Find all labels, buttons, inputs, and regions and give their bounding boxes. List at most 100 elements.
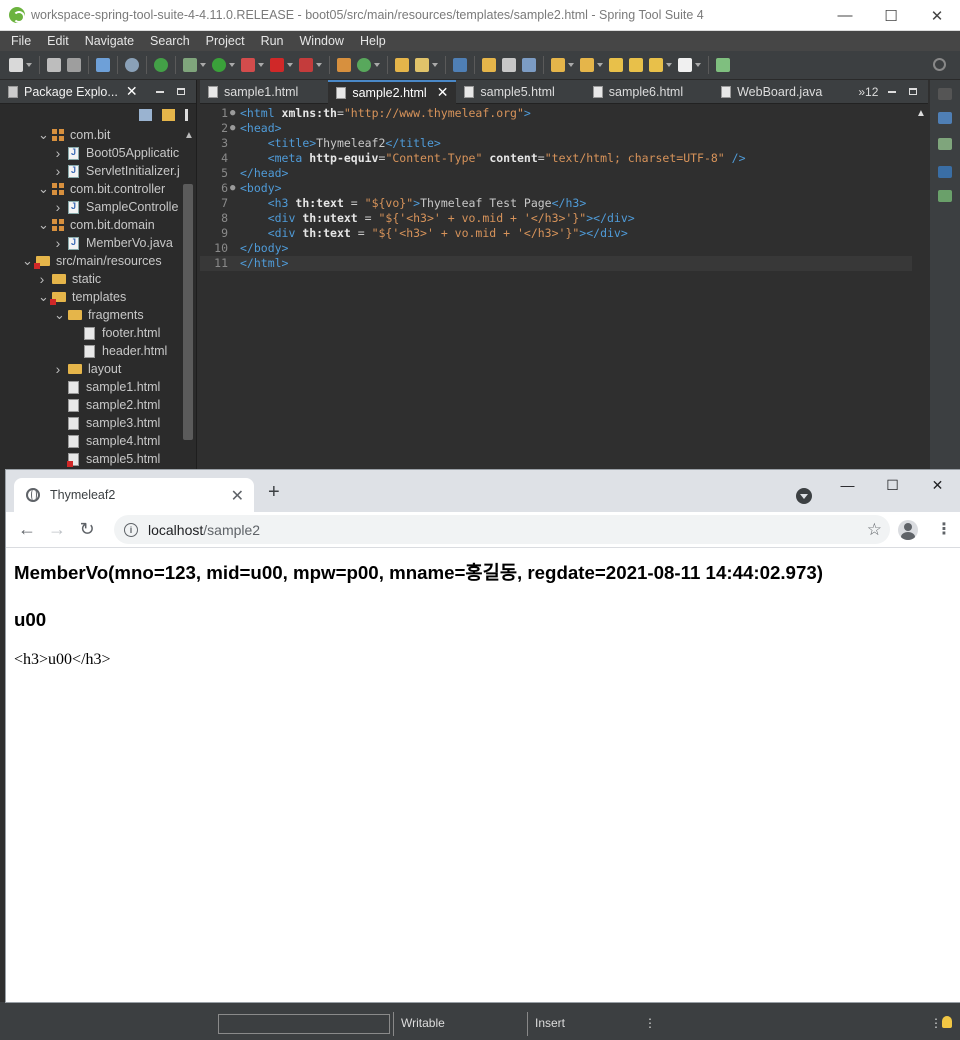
chevron-down-icon[interactable]: ⌄ <box>38 182 49 195</box>
code-line[interactable]: 4 <meta http-equiv="Content-Type" conten… <box>200 151 912 166</box>
tree-item[interactable]: ⌄ src/main/resources <box>22 252 162 270</box>
open-type-icon[interactable] <box>337 58 351 72</box>
restore-icon[interactable] <box>938 88 952 100</box>
brush-icon[interactable] <box>415 58 429 72</box>
fold-icon[interactable]: ● <box>230 121 240 136</box>
chevron-right-icon[interactable]: › <box>54 199 62 215</box>
up-nav-icon[interactable] <box>580 58 594 72</box>
close-icon[interactable]: ✕ <box>126 83 138 100</box>
editor-tab[interactable]: sample6.html <box>585 80 713 104</box>
tree-item[interactable]: ⌄ com.bit <box>38 126 110 144</box>
reload-icon[interactable]: ↻ <box>72 515 102 545</box>
menu-project[interactable]: Project <box>198 34 253 48</box>
profile-avatar-icon[interactable] <box>898 520 918 540</box>
editor-tab[interactable]: sample1.html <box>200 80 328 104</box>
package-explorer-tab[interactable]: Package Explo... ✕ <box>0 80 196 104</box>
maximize-icon[interactable]: ☐ <box>870 470 915 500</box>
block-selection-icon[interactable] <box>502 58 516 72</box>
debug-icon[interactable] <box>183 58 197 72</box>
forward-arrow-icon[interactable]: → <box>42 515 72 545</box>
tab-search-icon[interactable] <box>796 488 812 504</box>
minimize-icon[interactable]: — <box>822 0 868 31</box>
scrollbar-thumb[interactable] <box>183 184 193 440</box>
code-line[interactable]: 10 </body> <box>200 241 912 256</box>
scroll-up-icon[interactable]: ▲ <box>916 108 926 119</box>
tree-item[interactable]: ⌄ fragments <box>54 306 144 324</box>
menu-navigate[interactable]: Navigate <box>77 34 142 48</box>
editor-tab[interactable]: sample5.html <box>456 80 584 104</box>
tree-item[interactable]: ⌄ com.bit.controller <box>38 180 165 198</box>
tree-item[interactable]: header.html <box>70 342 167 360</box>
status-more-icon[interactable]: ⋮ <box>644 1016 656 1030</box>
chevron-down-icon[interactable]: ⌄ <box>38 218 49 231</box>
tree-item[interactable]: › Boot05Applicatic <box>54 144 179 162</box>
new-java-icon[interactable] <box>357 58 371 72</box>
chevron-right-icon[interactable]: › <box>38 271 46 287</box>
tree-item[interactable]: footer.html <box>70 324 160 342</box>
highlight-icon[interactable] <box>453 58 467 72</box>
menu-window[interactable]: Window <box>292 34 352 48</box>
tree-item[interactable]: sample2.html <box>54 396 160 414</box>
back-arrow-icon[interactable] <box>649 58 663 72</box>
search-toggle-icon[interactable] <box>125 58 139 72</box>
code-line[interactable]: 5 </head> <box>200 166 912 181</box>
editor-scrollbar[interactable]: ▲ <box>912 106 928 470</box>
open-perspective-icon[interactable] <box>716 58 730 72</box>
fold-icon[interactable]: ● <box>230 106 240 121</box>
tree-item[interactable]: sample1.html <box>54 378 160 396</box>
editor-tab[interactable]: sample2.html ✕ <box>328 79 457 104</box>
forward-arrow-icon[interactable] <box>678 58 692 72</box>
menu-help[interactable]: Help <box>352 34 394 48</box>
close-icon[interactable]: ✕ <box>914 0 960 31</box>
next-annotation-icon[interactable] <box>482 58 496 72</box>
last-edit-forward-icon[interactable] <box>629 58 643 72</box>
minimize-view-icon[interactable] <box>888 91 896 93</box>
last-edit-back-icon[interactable] <box>609 58 623 72</box>
address-bar[interactable]: i localhost/sample2 ☆ <box>114 515 890 544</box>
scroll-up-icon[interactable]: ▲ <box>184 130 194 141</box>
menu-file[interactable]: File <box>3 34 39 48</box>
show-whitespace-icon[interactable] <box>522 58 536 72</box>
open-folder-icon[interactable] <box>395 58 409 72</box>
close-icon[interactable]: ✕ <box>915 470 960 500</box>
collapse-all-icon[interactable] <box>139 109 152 121</box>
code-line[interactable]: 8 <div th:utext = "${'<h3>' + vo.mid + '… <box>200 211 912 226</box>
maximize-view-icon[interactable] <box>177 88 185 95</box>
maximize-icon[interactable]: ☐ <box>868 0 914 31</box>
tree-item[interactable]: sample4.html <box>54 432 160 450</box>
editor-tab[interactable]: WebBoard.java <box>713 80 852 104</box>
run-icon[interactable] <box>212 58 226 72</box>
link-with-editor-icon[interactable] <box>162 109 175 121</box>
tree-item[interactable]: › SampleControlle <box>54 198 179 216</box>
chevron-down-icon[interactable]: ⌄ <box>22 254 33 267</box>
code-line[interactable]: 9 <div th:text = "${'<h3>' + vo.mid + '<… <box>200 226 912 241</box>
spring-explorer-icon[interactable] <box>938 166 952 178</box>
bookmark-star-icon[interactable]: ☆ <box>867 520 882 540</box>
tree-item[interactable]: ⌄ com.bit.domain <box>38 216 155 234</box>
chevron-down-icon[interactable]: ⌄ <box>38 290 49 303</box>
close-icon[interactable]: ✕ <box>437 84 449 101</box>
tree-item[interactable]: › layout <box>54 360 122 378</box>
debug-view-icon[interactable] <box>938 190 952 202</box>
outline-icon[interactable] <box>938 112 952 124</box>
view-menu-icon[interactable] <box>185 109 188 121</box>
chevron-down-icon[interactable]: ⌄ <box>54 308 65 321</box>
menu-search[interactable]: Search <box>142 34 198 48</box>
new-icon[interactable] <box>9 58 23 72</box>
minimize-view-icon[interactable] <box>156 91 164 93</box>
tree-item[interactable]: sample3.html <box>54 414 160 432</box>
tree-item[interactable]: ⌄ templates <box>38 288 126 306</box>
code-area[interactable]: 1 ● <html xmlns:th="http://www.thymeleaf.o… <box>200 106 912 271</box>
tip-lightbulb-icon[interactable] <box>942 1016 952 1028</box>
minimize-icon[interactable]: — <box>825 470 870 500</box>
code-line[interactable]: 2 ● <head> <box>200 121 912 136</box>
code-line[interactable]: 6 ● <body> <box>200 181 912 196</box>
relaunch-icon[interactable] <box>299 58 313 72</box>
boot-dashboard-icon[interactable] <box>154 58 168 72</box>
tree-item[interactable]: › static <box>38 270 102 288</box>
stop-icon[interactable] <box>270 58 284 72</box>
new-tab-icon[interactable]: + <box>268 482 280 502</box>
chevron-right-icon[interactable]: › <box>54 145 62 161</box>
package-explorer-scrollbar[interactable]: ▲ <box>181 126 195 470</box>
more-tabs-indicator[interactable]: »12 <box>858 85 878 99</box>
